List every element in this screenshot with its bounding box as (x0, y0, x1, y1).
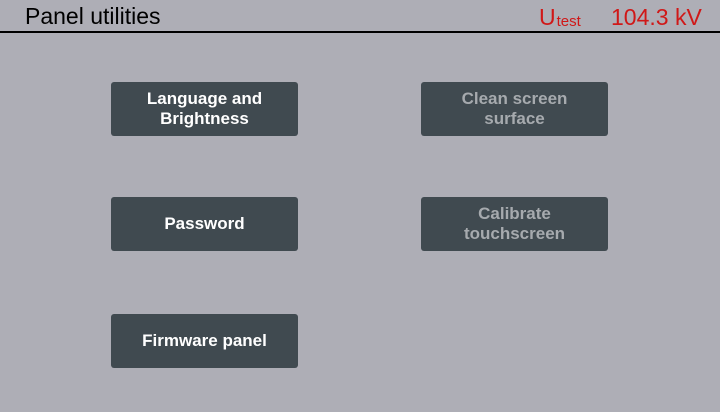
utest-subscript: test (556, 13, 581, 30)
header-bar: Panel utilities Utest 104.3 kV (0, 0, 720, 33)
utest-value: 104.3 kV (611, 4, 702, 30)
calibrate-touchscreen-button[interactable]: Calibrate touchscreen (421, 197, 608, 251)
firmware-panel-button[interactable]: Firmware panel (111, 314, 298, 368)
language-brightness-button[interactable]: Language and Brightness (111, 82, 298, 136)
clean-screen-button[interactable]: Clean screen surface (421, 82, 608, 136)
utest-symbol: U (539, 4, 556, 30)
page-title: Panel utilities (25, 3, 161, 29)
utest-label: Utest (539, 4, 581, 30)
password-button[interactable]: Password (111, 197, 298, 251)
